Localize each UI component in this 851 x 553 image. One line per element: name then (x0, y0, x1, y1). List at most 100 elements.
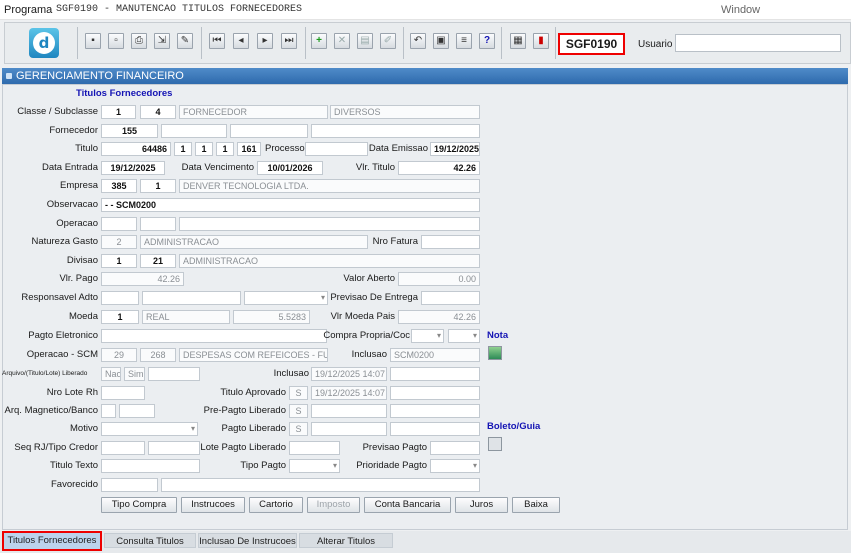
coc-select[interactable] (448, 329, 480, 343)
pre-pagto-flag[interactable]: S (289, 404, 308, 418)
menu-programa[interactable]: Programa (4, 4, 52, 16)
arquivo-sim-field[interactable]: Sim (124, 367, 145, 381)
divisao-desc-field[interactable]: ADMINISTRACAO (179, 254, 480, 268)
arquivo-nao-field[interactable]: Nao (101, 367, 121, 381)
calculator-icon[interactable]: ▦ (510, 33, 526, 49)
nro-lote-rh-field[interactable] (101, 386, 145, 400)
baixa-button[interactable]: Baixa (512, 497, 560, 513)
insert-record-icon[interactable]: + (311, 33, 327, 49)
vlr-pago-field[interactable]: 42.26 (101, 272, 184, 286)
clipboard-icon[interactable]: ▣ (433, 33, 449, 49)
lote-pagto-field[interactable] (289, 441, 340, 455)
compra-propria-select[interactable] (411, 329, 444, 343)
fornecedor-cnpj-field[interactable] (161, 124, 227, 138)
delete-record-icon[interactable]: ✕ (334, 33, 350, 49)
pagto-liberado-usuario-field[interactable] (390, 422, 480, 436)
natureza-desc-field[interactable]: ADMINISTRACAO (140, 235, 368, 249)
data-emissao-field[interactable]: 19/12/2025 (430, 142, 480, 156)
tipo-compra-button[interactable]: Tipo Compra (101, 497, 177, 513)
pagto-eletronico-field[interactable] (101, 329, 327, 343)
classe-desc-field[interactable]: FORNECEDOR (179, 105, 328, 119)
execute-query-icon[interactable]: ✎ (177, 33, 193, 49)
data-vencimento-field[interactable]: 10/01/2026 (257, 161, 323, 175)
data-entrada-field[interactable]: 19/12/2025 (101, 161, 165, 175)
moeda-desc-field[interactable]: REAL (142, 310, 230, 324)
classe-field[interactable]: 1 (101, 105, 136, 119)
empresa-nome-field[interactable]: DENVER TECNOLOGIA LTDA. (179, 179, 480, 193)
operacao-field[interactable] (101, 217, 137, 231)
titulo-parcela-field[interactable]: 1 (174, 142, 192, 156)
favorecido-cod-field[interactable] (101, 478, 158, 492)
tab-inclusao-instrucoes[interactable]: Inclusao De Instrucoes (198, 533, 297, 548)
moeda-taxa-field[interactable]: 5.5283 (233, 310, 310, 324)
previous-record-icon[interactable]: ◂ (233, 33, 249, 49)
observacao-field[interactable]: - - SCM0200 (101, 198, 480, 212)
responsavel-cod-field[interactable] (101, 291, 139, 305)
window-icon[interactable]: ▫ (108, 33, 124, 49)
valor-aberto-field[interactable]: 0.00 (398, 272, 480, 286)
operacao-cod-field[interactable] (140, 217, 176, 231)
edit-icon[interactable]: ✐ (380, 33, 396, 49)
arq-magnetico-field[interactable] (101, 404, 116, 418)
titulo-serie-field[interactable]: 1 (195, 142, 213, 156)
tipo-pagto-select[interactable] (289, 459, 340, 473)
imposto-button[interactable]: Imposto (307, 497, 360, 513)
previsao-entrega-field[interactable] (421, 291, 480, 305)
empresa-seq-field[interactable]: 1 (140, 179, 176, 193)
natureza-cod-field[interactable]: 2 (101, 235, 137, 249)
conta-bancaria-button[interactable]: Conta Bancaria (364, 497, 451, 513)
next-record-icon[interactable]: ▸ (257, 33, 273, 49)
fornecedor-doc-field[interactable] (230, 124, 308, 138)
list-icon[interactable]: ≡ (456, 33, 472, 49)
arquivo-lote-field[interactable] (148, 367, 200, 381)
seq-rj-field[interactable] (101, 441, 145, 455)
moeda-field[interactable]: 1 (101, 310, 139, 324)
inclusao-usuario-field[interactable] (390, 367, 480, 381)
nro-fatura-field[interactable] (421, 235, 480, 249)
save-icon[interactable]: ▪ (85, 33, 101, 49)
titulo-aprovado-usuario-field[interactable] (390, 386, 480, 400)
inclusao-field[interactable]: SCM0200 (390, 348, 480, 362)
operacao-scm-cod-field[interactable]: 268 (140, 348, 176, 362)
fornecedor-nome-field[interactable] (311, 124, 480, 138)
undo-icon[interactable]: ↶ (410, 33, 426, 49)
first-record-icon[interactable]: ⏮ (209, 33, 225, 49)
favorecido-nome-field[interactable] (161, 478, 480, 492)
motivo-select[interactable] (101, 422, 198, 436)
vlr-moeda-pais-field[interactable]: 42.26 (398, 310, 480, 324)
titulo-seq-field[interactable]: 161 (237, 142, 261, 156)
last-record-icon[interactable]: ⏭ (281, 33, 297, 49)
juros-button[interactable]: Juros (455, 497, 508, 513)
pre-pagto-data-field[interactable] (311, 404, 387, 418)
menu-window[interactable]: Window (721, 4, 760, 16)
tab-titulos-fornecedores[interactable]: Titulos Fornecedores (2, 531, 102, 551)
processo-field[interactable] (305, 142, 368, 156)
help-icon[interactable]: ? (479, 33, 495, 49)
titulo-aprovado-flag[interactable]: S (289, 386, 308, 400)
divisao-cod-field[interactable]: 21 (140, 254, 176, 268)
instrucoes-button[interactable]: Instrucoes (181, 497, 245, 513)
titulo-numero-field[interactable]: 64486 (101, 142, 171, 156)
pagto-liberado-data-field[interactable] (311, 422, 387, 436)
inclusao-data-field[interactable]: 19/12/2025 14:07 (311, 367, 387, 381)
subclasse-desc-field[interactable]: DIVERSOS (330, 105, 480, 119)
previsao-pagto-field[interactable] (430, 441, 480, 455)
prioridade-pagto-select[interactable] (430, 459, 480, 473)
operacao-desc-field[interactable] (179, 217, 480, 231)
operacao-scm-desc-field[interactable]: DESPESAS COM REFEICOES - FUN (179, 348, 328, 362)
nota-image-button[interactable] (488, 346, 502, 360)
clear-record-icon[interactable]: ▤ (357, 33, 373, 49)
vlr-titulo-field[interactable]: 42.26 (398, 161, 480, 175)
responsavel-select[interactable] (244, 291, 328, 305)
print-icon[interactable]: ⎙ (131, 33, 147, 49)
pagto-liberado-flag[interactable]: S (289, 422, 308, 436)
boleto-guia-button[interactable] (488, 437, 502, 451)
tipo-credor-field[interactable] (148, 441, 200, 455)
titulo-tipo-field[interactable]: 1 (216, 142, 234, 156)
titulo-texto-field[interactable] (101, 459, 200, 473)
tab-consulta-titulos[interactable]: Consulta Titulos (104, 533, 196, 548)
tab-alterar-titulos[interactable]: Alterar Titulos (299, 533, 393, 548)
panel-collapse-icon[interactable] (6, 73, 12, 79)
subclasse-field[interactable]: 4 (140, 105, 176, 119)
banco-field[interactable] (119, 404, 155, 418)
